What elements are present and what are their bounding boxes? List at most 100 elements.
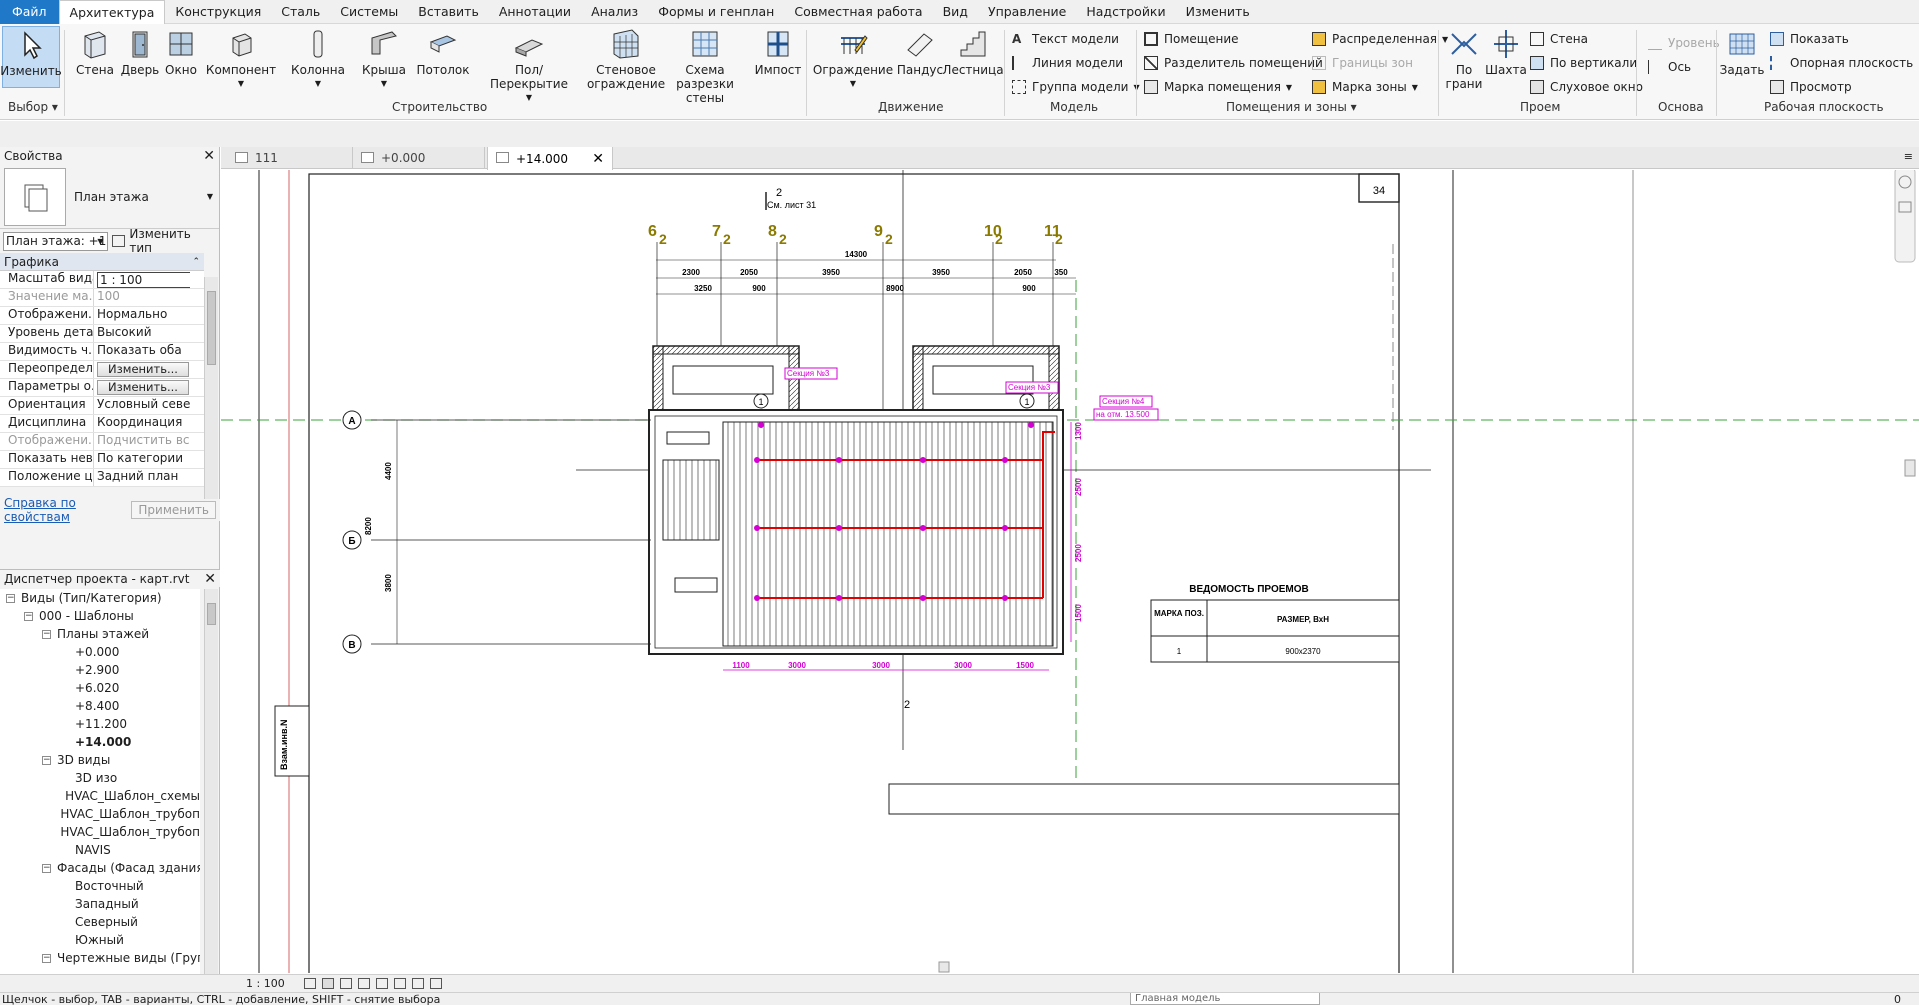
ref-plane-button[interactable]: Опорная плоскость xyxy=(1770,54,1913,72)
mullion-button[interactable]: Импост xyxy=(754,26,802,77)
column-button[interactable]: Колонна ▼ xyxy=(291,26,345,91)
property-value[interactable]: Показать оба xyxy=(94,343,190,360)
temp-hide-icon[interactable] xyxy=(412,978,424,989)
type-selector[interactable]: План этажа ▼ xyxy=(0,165,219,229)
wall-button[interactable]: Стена xyxy=(74,26,116,77)
show-workplane-button[interactable]: Показать xyxy=(1770,30,1849,48)
dormer-opening-button[interactable]: Слуховое окно xyxy=(1530,78,1643,96)
level-button[interactable]: Уровень xyxy=(1648,34,1720,52)
menu-file[interactable]: Файл xyxy=(0,0,59,24)
vertical-opening-button[interactable]: По вертикали xyxy=(1530,54,1637,72)
detail-level-icon[interactable] xyxy=(304,978,316,989)
railing-button[interactable]: Ограждение ▼ xyxy=(813,26,893,91)
wall-opening-button[interactable]: Стена xyxy=(1530,30,1588,48)
navigation-bar[interactable] xyxy=(1894,170,1916,263)
browser-node[interactable]: Восточный xyxy=(0,877,200,895)
window-button[interactable]: Окно xyxy=(162,26,200,77)
browser-node[interactable]: − Чертежные виды (Групп xyxy=(0,949,200,967)
tab-view-14000[interactable]: +14.000 ✕ xyxy=(487,147,613,170)
area-boundary-button[interactable]: Границы зон xyxy=(1312,54,1413,72)
door-button[interactable]: Дверь xyxy=(120,26,160,77)
close-icon[interactable]: ✕ xyxy=(204,571,216,587)
crop-icon[interactable] xyxy=(376,978,388,989)
grid-button[interactable]: Ось xyxy=(1648,58,1691,76)
browser-node[interactable]: HVAC_Шаблон_трубоп xyxy=(0,823,200,841)
menu-systems[interactable]: Системы xyxy=(330,0,408,24)
curtain-system-button[interactable]: Стеновое ограждение xyxy=(587,26,665,91)
browser-node[interactable]: +11.200 xyxy=(0,715,200,733)
browser-node[interactable]: +0.000 xyxy=(0,643,200,661)
browser-node[interactable]: +14.000 xyxy=(0,733,200,751)
browser-node[interactable]: − Фасады (Фасад здания) xyxy=(0,859,200,877)
browser-node[interactable]: +6.020 xyxy=(0,679,200,697)
component-button[interactable]: Компонент ▼ xyxy=(206,26,276,91)
menu-analyze[interactable]: Анализ xyxy=(581,0,648,24)
browser-node[interactable]: − Виды (Тип/Категория) xyxy=(0,589,200,607)
modify-button[interactable]: Изменить xyxy=(0,26,62,88)
property-value[interactable]: Изменить... xyxy=(94,379,190,396)
property-edit-button[interactable]: Изменить... xyxy=(97,380,189,395)
graphics-section[interactable]: Графика ⌃ xyxy=(0,253,204,271)
properties-help-link[interactable]: Справка по свойствам xyxy=(4,496,131,524)
horizontal-scroll-thumb[interactable] xyxy=(938,961,950,973)
collapse-icon[interactable]: − xyxy=(42,863,51,873)
curtain-grid-button[interactable]: Схема разрезки стены xyxy=(664,26,746,105)
room-tag-button[interactable]: Марка помещения ▼ xyxy=(1144,78,1292,96)
model-text-button[interactable]: A Текст модели xyxy=(1012,30,1119,48)
browser-node[interactable]: Северный xyxy=(0,913,200,931)
browser-node[interactable]: HVAC_Шаблон_схемы xyxy=(0,787,200,805)
menu-view[interactable]: Вид xyxy=(933,0,978,24)
collapse-icon[interactable]: − xyxy=(24,611,33,621)
menu-insert[interactable]: Вставить xyxy=(408,0,489,24)
visual-style-icon[interactable] xyxy=(322,978,334,989)
menu-massing[interactable]: Формы и генплан xyxy=(648,0,784,24)
property-value[interactable]: 1 : 100 xyxy=(94,271,190,288)
tab-view-111[interactable]: 111 xyxy=(227,147,353,169)
property-value[interactable]: Изменить... xyxy=(94,361,190,378)
menu-structure[interactable]: Конструкция xyxy=(165,0,271,24)
viewer-button[interactable]: Просмотр xyxy=(1770,78,1852,96)
browser-node[interactable]: HVAC_Шаблон_трубоп xyxy=(0,805,200,823)
ceiling-button[interactable]: Потолок xyxy=(416,26,470,77)
tab-menu-icon[interactable]: ≡ xyxy=(1904,150,1913,163)
model-line-button[interactable]: Линия модели xyxy=(1012,54,1123,72)
shaft-button[interactable]: Шахта xyxy=(1484,26,1528,77)
area-button[interactable]: Распределенная ▼ xyxy=(1312,30,1448,48)
menu-modify[interactable]: Изменить xyxy=(1176,0,1260,24)
menu-steel[interactable]: Сталь xyxy=(271,0,330,24)
view-scale[interactable]: 1 : 100 xyxy=(246,977,285,990)
model-group-button[interactable]: Группа модели▼ xyxy=(1012,78,1140,96)
active-model-selector[interactable]: Главная модель xyxy=(1130,993,1320,1005)
property-value[interactable]: Нормально xyxy=(94,307,190,324)
browser-node[interactable]: 3D изо xyxy=(0,769,200,787)
area-tag-button[interactable]: Марка зоны ▼ xyxy=(1312,78,1418,96)
roof-button[interactable]: Крыша ▼ xyxy=(362,26,406,91)
collapse-icon[interactable]: − xyxy=(6,593,15,603)
browser-node[interactable]: Южный xyxy=(0,931,200,949)
edit-type-button[interactable]: Изменить тип xyxy=(111,227,216,255)
menu-manage[interactable]: Управление xyxy=(978,0,1076,24)
reveal-hidden-icon[interactable] xyxy=(430,978,442,989)
property-value[interactable]: Координация xyxy=(94,415,190,432)
apply-button[interactable]: Применить xyxy=(131,501,216,519)
floor-button[interactable]: Пол/Перекрытие ▼ xyxy=(480,26,578,105)
property-value[interactable]: Условный север xyxy=(94,397,190,414)
room-separator-button[interactable]: Разделитель помещений xyxy=(1144,54,1323,72)
property-value[interactable]: Подчистить вс... xyxy=(94,433,190,450)
show-crop-icon[interactable] xyxy=(394,978,406,989)
close-icon[interactable]: ✕ xyxy=(203,148,215,164)
stair-button[interactable]: Лестница xyxy=(942,26,1004,77)
browser-scrollbar[interactable] xyxy=(204,589,218,974)
collapse-icon[interactable]: − xyxy=(42,629,51,639)
browser-node[interactable]: +8.400 xyxy=(0,697,200,715)
property-value[interactable]: Высокий xyxy=(94,325,190,342)
instance-selector[interactable]: План этажа: +1 ▼ xyxy=(3,231,108,251)
menu-architecture[interactable]: Архитектура xyxy=(58,0,166,25)
properties-scrollbar[interactable] xyxy=(204,277,218,499)
panel-select[interactable]: Выбор ▾ xyxy=(8,100,58,114)
drawing-canvas[interactable]: 34 2 См. лист 31 2 6 2 7 2 8 2 9 2 10 2 11 2 14300 … xyxy=(221,170,1919,973)
browser-node[interactable]: −000 - Шаблоны xyxy=(0,607,200,625)
room-button[interactable]: Помещение xyxy=(1144,30,1239,48)
ramp-button[interactable]: Пандус xyxy=(897,26,943,77)
browser-node[interactable]: +2.900 xyxy=(0,661,200,679)
